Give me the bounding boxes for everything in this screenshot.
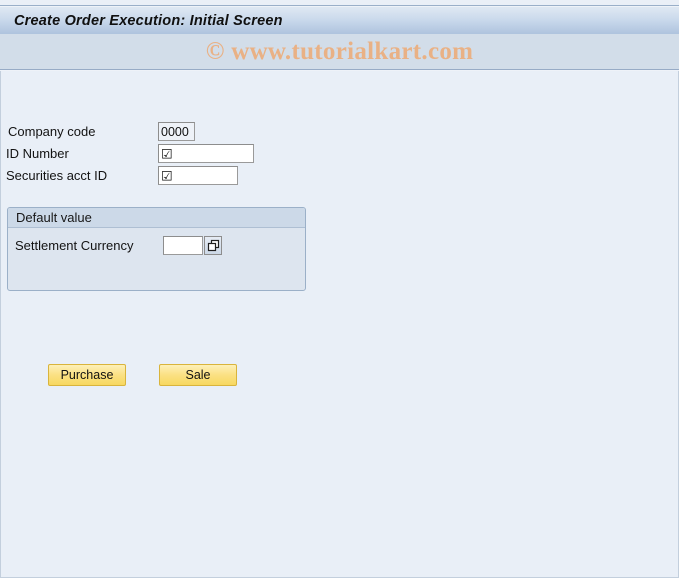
securities-acct-id-input[interactable] xyxy=(158,166,238,185)
sale-button[interactable]: Sale xyxy=(159,364,237,386)
default-value-group-box: Default value Settlement Currency xyxy=(7,207,306,291)
group-box-title: Default value xyxy=(16,210,92,225)
input-wrapper-company-code xyxy=(158,122,195,141)
form-row-company-code: Company code xyxy=(8,121,195,142)
group-box-body: Settlement Currency xyxy=(8,228,305,290)
input-wrapper-id-number: ☑ xyxy=(158,144,254,163)
title-bar: Create Order Execution: Initial Screen xyxy=(0,7,679,34)
page-title: Create Order Execution: Initial Screen xyxy=(14,12,283,29)
value-help-icon[interactable] xyxy=(204,236,222,255)
id-number-input[interactable] xyxy=(158,144,254,163)
action-button-group: Purchase Sale xyxy=(48,364,237,386)
label-company-code: Company code xyxy=(8,124,96,139)
form-row-securities-acct-id: Securities acct ID ☑ xyxy=(6,165,238,186)
settlement-currency-input[interactable] xyxy=(163,236,203,255)
sap-application-window: Create Order Execution: Initial Screen ©… xyxy=(0,0,679,578)
company-code-input[interactable] xyxy=(158,122,195,141)
input-wrapper-securities-acct-id: ☑ xyxy=(158,166,238,185)
window-top-strip xyxy=(0,0,679,6)
label-securities-acct-id: Securities acct ID xyxy=(6,168,108,183)
form-row-settlement-currency: Settlement Currency xyxy=(15,236,222,255)
toolbar-band xyxy=(0,34,679,70)
purchase-button[interactable]: Purchase xyxy=(48,364,126,386)
label-id-number: ID Number xyxy=(6,146,69,161)
label-settlement-currency: Settlement Currency xyxy=(15,238,134,253)
form-row-id-number: ID Number ☑ xyxy=(6,143,254,164)
screen-content-area: Company code ID Number ☑ Securities acct… xyxy=(0,71,679,578)
group-box-header: Default value xyxy=(8,208,305,228)
